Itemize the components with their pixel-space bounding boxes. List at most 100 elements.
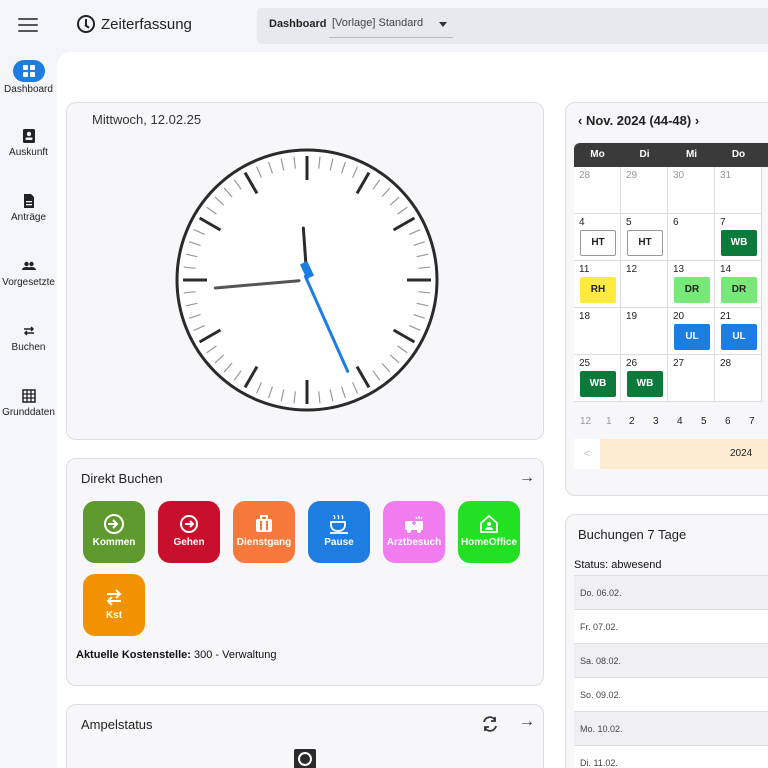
selector-label: Dashboard [269, 18, 327, 30]
day-number: 12 [626, 264, 638, 275]
strip-day[interactable]: 5 [701, 416, 707, 427]
calendar-day-cell[interactable]: 30 [668, 167, 715, 214]
absence-badge: UL [721, 324, 757, 350]
day-number: 4 [579, 217, 585, 228]
booking-date: Do. 06.02. [580, 588, 622, 598]
year-selector[interactable]: < 2024 [574, 439, 768, 469]
calendar-day-cell[interactable]: 21 UL [715, 308, 762, 355]
kst-label: Kst [105, 610, 123, 621]
strip-day[interactable]: 7 [749, 416, 755, 427]
booking-row[interactable]: Fr. 07.02. [574, 609, 768, 643]
strip-day[interactable]: 6 [725, 416, 731, 427]
strip-day[interactable]: 1 [606, 416, 612, 427]
calendar-month-label[interactable]: Nov. 2024 (44-48) [586, 113, 691, 128]
kommen-label: Kommen [92, 537, 136, 548]
arztbesuch-button[interactable]: Arztbesuch [383, 501, 445, 563]
calendar-day-cell[interactable]: 7 WB [715, 214, 762, 261]
buchungen-title: Buchungen 7 Tage [578, 527, 687, 542]
absence-badge: HT [627, 230, 663, 256]
calendar-day-cell[interactable]: 31 [715, 167, 762, 214]
day-number: 14 [720, 264, 732, 275]
day-number: 25 [579, 358, 591, 369]
calendar-day-cell[interactable]: 28 [574, 167, 621, 214]
pause-button[interactable]: Pause [308, 501, 370, 563]
calendar-day-cell[interactable]: 11 RH [574, 261, 621, 308]
day-number: 18 [579, 311, 591, 322]
kommen-button[interactable]: Kommen [83, 501, 145, 563]
arrow-right-icon[interactable]: → [519, 469, 535, 487]
strip-day[interactable]: 12 [580, 416, 591, 427]
sidebar-item-antraege[interactable]: Anträge [0, 193, 57, 223]
booking-row[interactable]: Do. 06.02. [574, 575, 768, 609]
booking-row[interactable]: So. 09.02. [574, 677, 768, 711]
absence-badge: WB [627, 371, 663, 397]
calendar-day-cell[interactable]: 5 HT [621, 214, 668, 261]
coffee-cup-icon [330, 514, 348, 534]
year-label: 2024 [730, 448, 753, 459]
day-number: 26 [626, 358, 638, 369]
sidebar-item-auskunft[interactable]: Auskunft [0, 128, 57, 158]
main-content: Mittwoch, 12.02.25 Direkt Buchen → Komme… [57, 52, 768, 768]
sidebar-item-buchen[interactable]: Buchen [0, 323, 57, 353]
kst-button[interactable]: Kst [83, 574, 145, 636]
absence-badge: WB [721, 230, 757, 256]
day-number: 7 [720, 217, 726, 228]
refresh-icon[interactable] [481, 715, 499, 733]
weekday-label: Mo [590, 149, 605, 160]
chevron-left-icon[interactable]: < [574, 439, 600, 469]
day-number: 29 [626, 170, 638, 181]
arztbesuch-label: Arztbesuch [386, 537, 442, 548]
traffic-light-icon [294, 749, 316, 768]
dienstgang-button[interactable]: Dienstgang [233, 501, 295, 563]
pause-label: Pause [324, 537, 354, 548]
calendar-day-cell[interactable]: 27 [668, 355, 715, 402]
chevron-left-icon[interactable]: ‹ [578, 113, 582, 128]
sidebar-item-vorgesetzte[interactable]: Vorgesetzte [0, 258, 57, 288]
calendar-day-cell[interactable]: 28 [715, 355, 762, 402]
arrow-right-icon[interactable]: → [519, 713, 535, 731]
booking-row[interactable]: Mo. 10.02. [574, 711, 768, 745]
sidebar-item-grunddaten[interactable]: Grunddaten [0, 388, 57, 418]
calendar-day-cell[interactable]: 14 DR [715, 261, 762, 308]
calendar-day-cell[interactable]: 12 [621, 261, 668, 308]
sidebar-item-label: Auskunft [9, 147, 48, 158]
calendar-day-cell[interactable]: 25 WB [574, 355, 621, 402]
absence-badge: DR [721, 277, 757, 303]
strip-day[interactable]: 3 [653, 416, 659, 427]
briefcase-icon [256, 515, 272, 532]
day-number: 20 [673, 311, 685, 322]
homeoffice-button[interactable]: HomeOffice [458, 501, 520, 563]
weekday-label: Do [731, 149, 746, 160]
gehen-button[interactable]: Gehen [158, 501, 220, 563]
sidebar-item-label: Vorgesetzte [2, 277, 55, 288]
calendar-day-cell[interactable]: 29 [621, 167, 668, 214]
day-number: 19 [626, 311, 638, 322]
kostenstelle-label: Aktuelle Kostenstelle: [76, 649, 191, 661]
sidebar-item-dashboard[interactable]: Dashboard [0, 60, 57, 95]
calendar-day-cell[interactable]: 20 UL [668, 308, 715, 355]
booking-row[interactable]: Sa. 08.02. [574, 643, 768, 677]
calendar-day-cell[interactable]: 13 DR [668, 261, 715, 308]
calendar-day-cell[interactable]: 4 HT [574, 214, 621, 261]
table-grid-icon [21, 389, 36, 403]
dienstgang-label: Dienstgang [236, 537, 292, 548]
clock-icon [77, 15, 95, 33]
dashboard-selector[interactable]: Dashboard [Vorlage] Standard [257, 8, 768, 44]
chevron-down-icon[interactable] [439, 22, 447, 27]
homeoffice-label: HomeOffice [460, 537, 518, 548]
current-date: Mittwoch, 12.02.25 [92, 112, 202, 127]
calendar-day-cell[interactable]: 26 WB [621, 355, 668, 402]
strip-day[interactable]: 4 [677, 416, 683, 427]
strip-day[interactable]: 2 [629, 416, 635, 427]
calendar-day-cell[interactable]: 19 [621, 308, 668, 355]
calendar-day-cell[interactable]: 18 [574, 308, 621, 355]
calendar-day-cell[interactable]: 6 [668, 214, 715, 261]
booking-row[interactable]: Di. 11.02. [574, 745, 768, 768]
swap-arrows-icon [106, 589, 122, 606]
menu-icon[interactable] [18, 18, 38, 34]
ambulance-icon [405, 516, 423, 533]
enter-arrow-icon [104, 514, 124, 534]
dashboard-icon [12, 60, 45, 82]
chevron-right-icon[interactable]: › [695, 113, 699, 128]
sidebar-item-label: Anträge [10, 212, 47, 223]
